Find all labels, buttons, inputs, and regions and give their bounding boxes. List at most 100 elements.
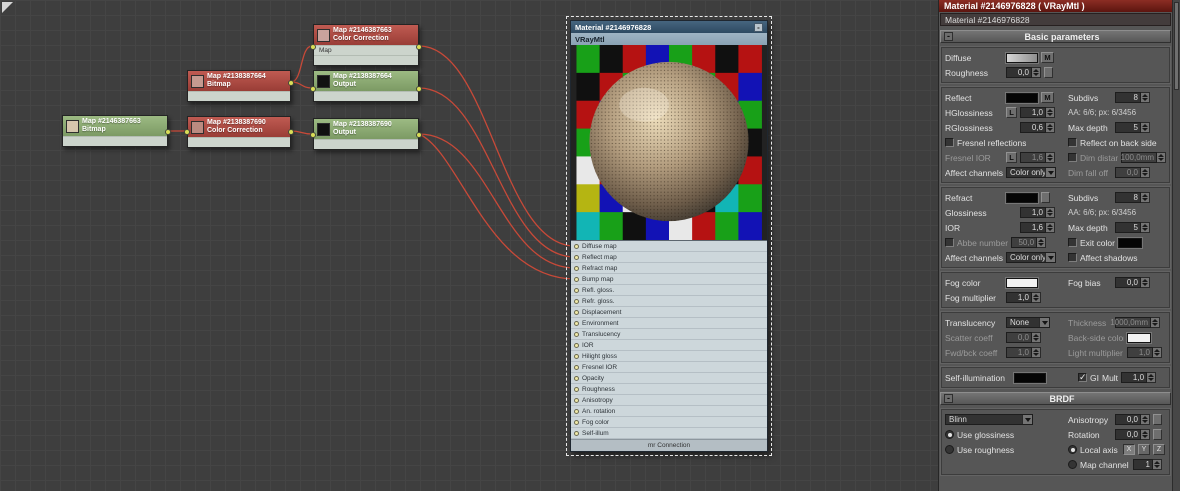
map-channel-radio[interactable] [1068, 460, 1077, 469]
node-slot-row[interactable] [314, 139, 418, 149]
spinner-arrows-icon[interactable] [1141, 92, 1150, 103]
material-slot-row[interactable]: Diffuse map [571, 241, 767, 252]
brdf-type-dropdown[interactable]: Blinn [945, 414, 1033, 425]
material-node-vraymtl[interactable]: Material #2146976828 - VRayMtl Diffuse m… [566, 16, 772, 456]
material-slot-row[interactable]: Fresnel IOR [571, 362, 767, 373]
spinner-arrows-icon[interactable] [1032, 332, 1041, 343]
refract-subdivs-spinner[interactable]: 8 [1115, 192, 1150, 203]
slot-socket-icon[interactable] [574, 397, 579, 403]
reflect-subdivs-spinner[interactable]: 8 [1115, 92, 1150, 103]
hglossiness-lock-button[interactable]: L [1006, 107, 1017, 118]
node-slot-row[interactable] [63, 136, 167, 146]
map-node-output-2[interactable]: Map #2138387690 Output [310, 118, 422, 150]
spinner-arrows-icon[interactable] [1157, 152, 1166, 163]
axis-z-button[interactable]: Z [1153, 444, 1165, 455]
node-output-socket[interactable] [416, 86, 422, 92]
node-input-socket[interactable] [310, 132, 316, 138]
chevron-down-icon[interactable] [1045, 253, 1055, 262]
slot-socket-icon[interactable] [574, 331, 579, 337]
axis-y-button[interactable]: Y [1138, 444, 1150, 455]
node-output-socket[interactable] [165, 129, 171, 135]
fog-color-swatch[interactable] [1006, 277, 1038, 288]
spinner-arrows-icon[interactable] [1153, 347, 1162, 358]
material-slot-row[interactable]: Opacity [571, 373, 767, 384]
fog-bias-spinner[interactable]: 0,0 [1115, 277, 1150, 288]
material-slot-row[interactable]: Environment [571, 318, 767, 329]
ior-spinner[interactable]: 1,6 [1020, 222, 1055, 233]
material-slot-row[interactable]: An. rotation [571, 406, 767, 417]
material-name-field[interactable]: Material #2146976828 [940, 13, 1171, 26]
slot-socket-icon[interactable] [574, 265, 579, 271]
chevron-down-icon[interactable] [1039, 318, 1049, 327]
node-slot-row[interactable] [314, 55, 418, 65]
slot-socket-icon[interactable] [574, 430, 579, 436]
refract-map-button[interactable] [1041, 192, 1050, 203]
dim-distance-spinner[interactable]: 100,0mm [1121, 152, 1166, 163]
spinner-arrows-icon[interactable] [1141, 167, 1150, 178]
mr-connection-footer[interactable]: mr Connection [571, 439, 767, 451]
refract-max-depth-spinner[interactable]: 5 [1115, 222, 1150, 233]
slot-socket-icon[interactable] [574, 243, 579, 249]
slot-socket-icon[interactable] [574, 353, 579, 359]
scatter-coeff-spinner[interactable]: 0,0 [1006, 332, 1041, 343]
thickness-spinner[interactable]: 1000,0mm [1110, 317, 1160, 328]
material-slot-row[interactable]: Refract map [571, 263, 767, 274]
spinner-arrows-icon[interactable] [1141, 192, 1150, 203]
node-input-socket[interactable] [310, 44, 316, 50]
glossiness-spinner[interactable]: 1,0 [1020, 207, 1055, 218]
node-output-socket[interactable] [288, 80, 294, 86]
spinner-arrows-icon[interactable] [1153, 459, 1162, 470]
exit-color-swatch[interactable] [1117, 237, 1142, 248]
spinner-arrows-icon[interactable] [1046, 152, 1055, 163]
slot-socket-icon[interactable] [574, 276, 579, 282]
spinner-arrows-icon[interactable] [1141, 429, 1150, 440]
diffuse-map-button[interactable]: M [1041, 52, 1054, 63]
hglossiness-spinner[interactable]: 1,0 [1020, 107, 1055, 118]
fwdbck-coeff-spinner[interactable]: 1,0 [1006, 347, 1041, 358]
map-node-bitmap-1[interactable]: Map #2138387664 Bitmap [187, 70, 294, 102]
node-input-socket[interactable] [310, 86, 316, 92]
slot-socket-icon[interactable] [574, 320, 579, 326]
spinner-arrows-icon[interactable] [1046, 107, 1055, 118]
panel-title-bar[interactable]: Material #2146976828 ( VRayMtl ) [939, 0, 1180, 12]
node-slot-row[interactable] [188, 137, 290, 147]
fresnel-reflections-checkbox[interactable] [945, 138, 954, 147]
chevron-down-icon[interactable] [1045, 168, 1055, 177]
slot-socket-icon[interactable] [574, 298, 579, 304]
node-slot-row[interactable] [314, 91, 418, 101]
chevron-down-icon[interactable] [1022, 415, 1032, 424]
reflect-color-swatch[interactable] [1006, 92, 1038, 103]
reflect-affect-channels-dropdown[interactable]: Color only [1006, 167, 1056, 178]
panel-scrollbar[interactable] [1172, 0, 1180, 491]
spinner-arrows-icon[interactable] [1141, 277, 1150, 288]
translucency-dropdown[interactable]: None [1006, 317, 1050, 328]
use-glossiness-radio[interactable] [945, 430, 954, 439]
node-slot-row[interactable]: Map [314, 45, 418, 55]
self-illumination-mult-spinner[interactable]: 1,0 [1121, 372, 1157, 383]
rglossiness-spinner[interactable]: 0,6 [1020, 122, 1055, 133]
spinner-arrows-icon[interactable] [1141, 222, 1150, 233]
spinner-arrows-icon[interactable] [1151, 317, 1160, 328]
node-collapse-button[interactable]: - [754, 22, 763, 32]
material-slot-row[interactable]: Hilight gloss [571, 351, 767, 362]
spinner-arrows-icon[interactable] [1032, 347, 1041, 358]
material-slot-row[interactable]: Displacement [571, 307, 767, 318]
slot-socket-icon[interactable] [574, 408, 579, 414]
use-roughness-radio[interactable] [945, 445, 954, 454]
material-slot-row[interactable]: Roughness [571, 384, 767, 395]
slot-socket-icon[interactable] [574, 342, 579, 348]
dim-distance-checkbox[interactable] [1068, 153, 1077, 162]
material-slot-row[interactable]: Translucency [571, 329, 767, 340]
reflect-backside-checkbox[interactable] [1068, 138, 1077, 147]
fog-multiplier-spinner[interactable]: 1,0 [1006, 292, 1041, 303]
diffuse-color-swatch[interactable] [1006, 52, 1038, 63]
backside-color-swatch[interactable] [1127, 332, 1151, 343]
abbe-number-checkbox[interactable] [945, 238, 954, 247]
spinner-arrows-icon[interactable] [1037, 237, 1047, 248]
rollout-collapse-icon[interactable]: - [944, 32, 953, 41]
material-slot-row[interactable]: IOR [571, 340, 767, 351]
node-output-socket[interactable] [416, 132, 422, 138]
slot-socket-icon[interactable] [574, 254, 579, 260]
abbe-number-spinner[interactable]: 50,0 [1011, 237, 1047, 248]
spinner-arrows-icon[interactable] [1141, 414, 1150, 425]
